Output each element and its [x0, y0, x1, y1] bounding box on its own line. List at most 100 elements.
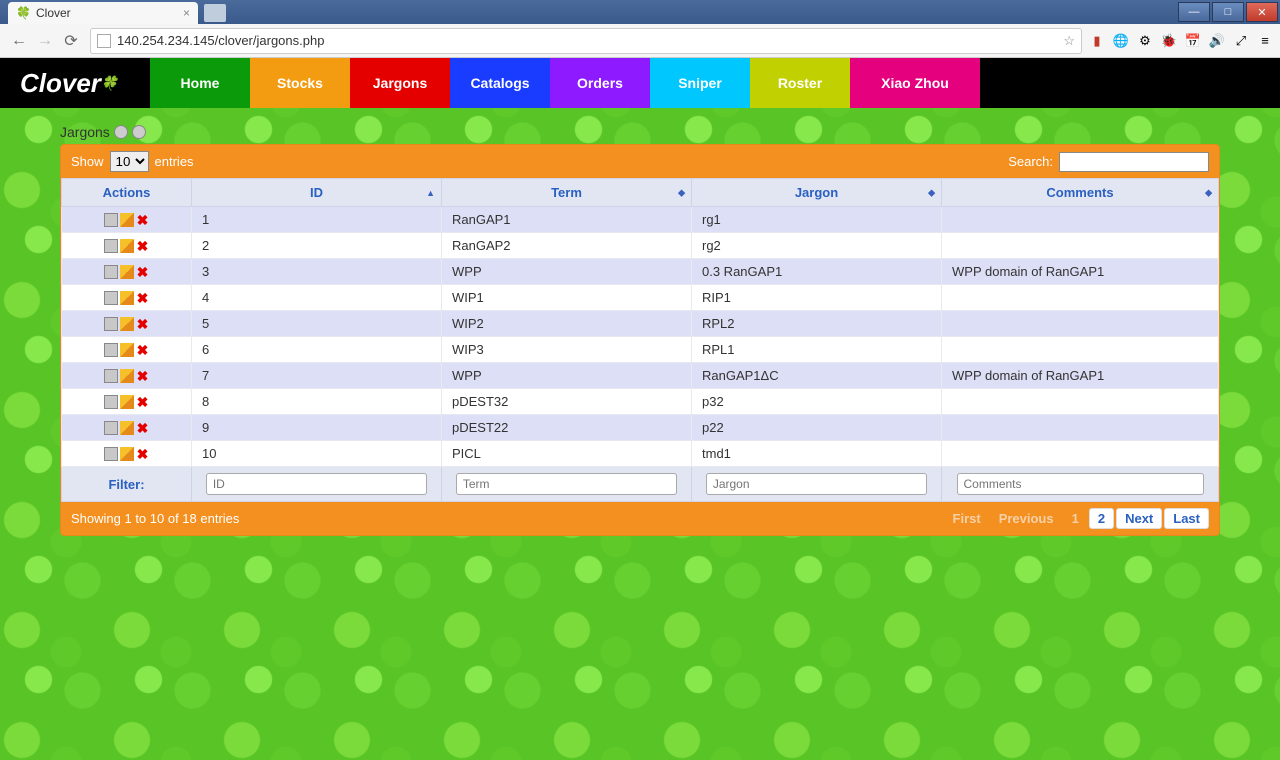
pager-page-1[interactable]: 1 [1064, 509, 1087, 528]
row-delete-icon[interactable]: ✖ [136, 395, 150, 409]
row-edit-icon[interactable] [120, 265, 134, 279]
cell-term: PICL [442, 441, 692, 467]
url-bar[interactable]: 140.254.234.145/clover/jargons.php ☆ [90, 28, 1082, 54]
tab-title: Clover [36, 6, 71, 20]
search-input[interactable] [1059, 152, 1209, 172]
row-edit-icon[interactable] [120, 447, 134, 461]
chrome-menu-icon[interactable]: ≡ [1256, 32, 1274, 50]
window-close-button[interactable]: ✕ [1246, 2, 1278, 22]
nav-item-jargons[interactable]: Jargons [350, 58, 450, 108]
row-edit-icon[interactable] [120, 317, 134, 331]
row-copy-icon[interactable] [104, 317, 118, 331]
nav-item-user[interactable]: Xiao Zhou [850, 58, 980, 108]
cell-comments [942, 389, 1219, 415]
cell-jargon: tmd1 [692, 441, 942, 467]
row-copy-icon[interactable] [104, 265, 118, 279]
jargons-table: Actions ID▲ Term◆ Jargon◆ Comments◆ ✖1Ra… [61, 178, 1219, 502]
nav-item-sniper[interactable]: Sniper [650, 58, 750, 108]
row-edit-icon[interactable] [120, 239, 134, 253]
row-delete-icon[interactable]: ✖ [136, 421, 150, 435]
row-edit-icon[interactable] [120, 395, 134, 409]
page-size-select[interactable]: 10 [110, 151, 149, 172]
app-logo[interactable]: Clover🍀 [0, 58, 150, 108]
sort-icon: ◆ [1205, 187, 1212, 198]
row-copy-icon[interactable] [104, 395, 118, 409]
cell-term: RanGAP1 [442, 207, 692, 233]
col-comments[interactable]: Comments◆ [942, 179, 1219, 207]
entries-label: entries [155, 154, 194, 169]
ext-translate-icon[interactable]: 🌐 [1112, 32, 1130, 50]
filter-id-input[interactable] [206, 473, 427, 495]
ext-book-icon[interactable]: ▮ [1088, 32, 1106, 50]
pager-prev[interactable]: Previous [991, 509, 1062, 528]
tab-close-icon[interactable]: × [183, 6, 190, 20]
window-minimize-button[interactable]: — [1178, 2, 1210, 22]
table-row: ✖9pDEST22p22 [62, 415, 1219, 441]
ext-settings-icon[interactable]: ⚙ [1136, 32, 1154, 50]
row-delete-icon[interactable]: ✖ [136, 343, 150, 357]
add-icon[interactable] [114, 125, 128, 139]
window-maximize-button[interactable]: □ [1212, 2, 1244, 22]
nav-item-stocks[interactable]: Stocks [250, 58, 350, 108]
nav-item-catalogs[interactable]: Catalogs [450, 58, 550, 108]
row-copy-icon[interactable] [104, 291, 118, 305]
row-delete-icon[interactable]: ✖ [136, 265, 150, 279]
nav-forward-button[interactable]: → [32, 28, 58, 54]
row-delete-icon[interactable]: ✖ [136, 369, 150, 383]
pager-first[interactable]: First [945, 509, 989, 528]
nav-item-home[interactable]: Home [150, 58, 250, 108]
bookmark-star-icon[interactable]: ☆ [1063, 33, 1075, 49]
page-title: Jargons [60, 124, 110, 140]
row-edit-icon[interactable] [120, 343, 134, 357]
cell-jargon: 0.3 RanGAP1 [692, 259, 942, 285]
pager-last[interactable]: Last [1164, 508, 1209, 529]
ext-calendar-icon[interactable]: 📅 [1184, 32, 1202, 50]
col-actions[interactable]: Actions [62, 179, 192, 207]
row-copy-icon[interactable] [104, 239, 118, 253]
row-delete-icon[interactable]: ✖ [136, 239, 150, 253]
cell-term: WIP3 [442, 337, 692, 363]
row-delete-icon[interactable]: ✖ [136, 317, 150, 331]
col-jargon[interactable]: Jargon◆ [692, 179, 942, 207]
row-delete-icon[interactable]: ✖ [136, 213, 150, 227]
filter-term-input[interactable] [456, 473, 677, 495]
col-id[interactable]: ID▲ [192, 179, 442, 207]
row-copy-icon[interactable] [104, 213, 118, 227]
row-copy-icon[interactable] [104, 421, 118, 435]
data-panel: Show 10 entries Search: Actions [60, 144, 1220, 536]
filter-jargon-input[interactable] [706, 473, 927, 495]
extension-icons: ▮ 🌐 ⚙ 🐞 📅 🔊 ⤢ ≡ [1088, 32, 1274, 50]
ext-sound-icon[interactable]: 🔊 [1208, 32, 1226, 50]
row-edit-icon[interactable] [120, 213, 134, 227]
row-edit-icon[interactable] [120, 291, 134, 305]
cell-id: 10 [192, 441, 442, 467]
pager-page-2[interactable]: 2 [1089, 508, 1114, 529]
nav-item-roster[interactable]: Roster [750, 58, 850, 108]
row-edit-icon[interactable] [120, 421, 134, 435]
ext-zoom-icon[interactable]: ⤢ [1232, 32, 1250, 50]
new-tab-button[interactable] [204, 4, 226, 22]
ext-bug-icon[interactable]: 🐞 [1160, 32, 1178, 50]
show-label: Show [71, 154, 104, 169]
nav-reload-button[interactable]: ⟳ [58, 28, 84, 54]
window-titlebar: 🍀 Clover × — □ ✕ [0, 0, 1280, 24]
row-delete-icon[interactable]: ✖ [136, 291, 150, 305]
filter-comments-input[interactable] [957, 473, 1204, 495]
row-edit-icon[interactable] [120, 369, 134, 383]
cell-term: WIP2 [442, 311, 692, 337]
nav-item-orders[interactable]: Orders [550, 58, 650, 108]
cell-id: 2 [192, 233, 442, 259]
tool-icon[interactable] [132, 125, 146, 139]
pager-next[interactable]: Next [1116, 508, 1162, 529]
cell-comments [942, 337, 1219, 363]
browser-tab[interactable]: 🍀 Clover × [8, 2, 198, 24]
cell-id: 3 [192, 259, 442, 285]
col-term[interactable]: Term◆ [442, 179, 692, 207]
row-copy-icon[interactable] [104, 369, 118, 383]
nav-back-button[interactable]: ← [6, 28, 32, 54]
row-copy-icon[interactable] [104, 447, 118, 461]
row-copy-icon[interactable] [104, 343, 118, 357]
cell-id: 4 [192, 285, 442, 311]
row-delete-icon[interactable]: ✖ [136, 447, 150, 461]
table-info: Showing 1 to 10 of 18 entries [71, 511, 239, 526]
